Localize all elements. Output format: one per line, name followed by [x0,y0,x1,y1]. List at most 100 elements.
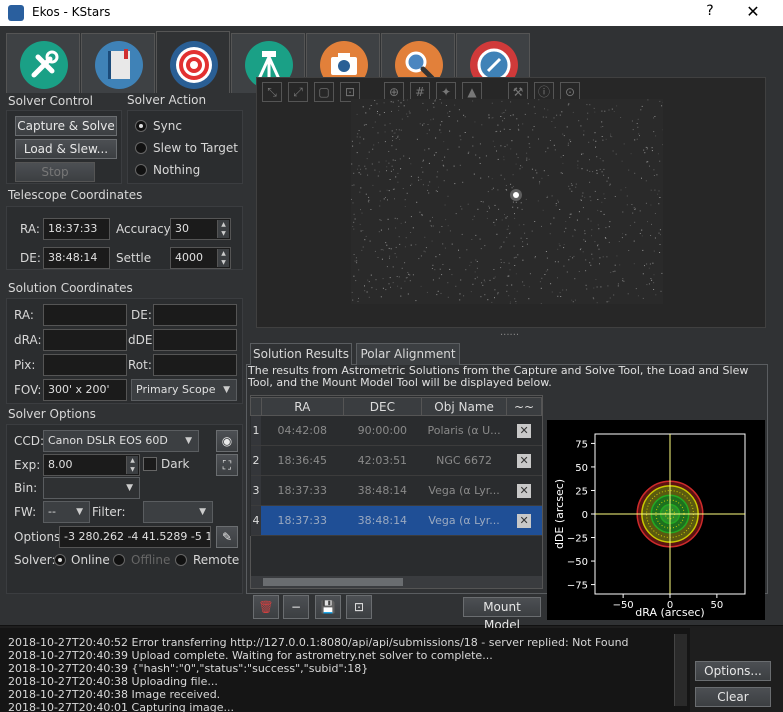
noise-pixel [388,228,389,230]
noise-pixel [355,261,357,263]
noise-pixel [521,166,523,168]
noise-pixel [600,126,602,128]
noise-pixel [390,170,392,172]
noise-pixel [588,141,590,143]
image-view-icon[interactable]: ⊡ [346,595,372,619]
noise-pixel [526,157,528,159]
ccd-toggle-eye-icon[interactable]: ◉ [216,430,238,452]
noise-pixel [589,159,590,161]
remove-icon[interactable]: − [283,595,309,619]
obj-name-column-header[interactable]: Obj Name [421,397,508,416]
noise-pixel [487,299,489,301]
subframe-icon[interactable]: ⛶ [216,454,238,476]
noise-pixel [386,266,388,268]
noise-pixel [639,233,641,234]
remote-radio[interactable] [175,554,187,566]
noise-pixel [370,274,372,276]
delete-row-icon[interactable]: 🗑 [253,595,279,619]
ccd-select[interactable]: Canon DSLR EOS 60D ▼ [43,430,199,452]
noise-pixel [572,235,574,237]
noise-pixel [417,176,419,178]
table-row[interactable]: 2 18:36:45 42:03:51 NGC 6672 ✕ [250,445,542,476]
accuracy-spinbox[interactable]: 30 ▲ ▼ [170,218,231,240]
filter-select[interactable]: ▼ [143,501,213,523]
zoom-default-icon[interactable]: ▢ [314,82,334,102]
zoom-in-icon[interactable]: ⤡ [262,82,282,102]
status-column-header[interactable]: ~~ [506,397,542,416]
spin-arrows-icon[interactable]: ▲ ▼ [217,220,229,238]
noise-pixel [533,126,535,127]
noise-pixel [368,296,370,298]
online-radio[interactable] [54,554,66,566]
bin-select[interactable]: ▼ [43,477,140,499]
log-options-button[interactable]: Options... [695,661,771,681]
noise-pixel [444,247,446,249]
table-row[interactable]: 1 04:42:08 90:00:00 Polaris (α U... ✕ [250,415,542,446]
close-button[interactable]: ✕ [741,2,765,24]
noise-pixel [460,205,462,207]
spin-arrows-icon[interactable]: ▲ ▼ [217,249,229,267]
noise-pixel [605,238,607,239]
save-icon[interactable]: 💾 [315,595,341,619]
noise-pixel [517,157,519,159]
noise-pixel [568,185,570,187]
ra-column-header[interactable]: RA [260,397,344,416]
tab-align[interactable] [156,31,230,93]
star-noise-layer [351,99,664,305]
log-scrollbar[interactable] [674,634,687,706]
tab-scheduler[interactable] [81,33,155,93]
noise-pixel [377,111,378,112]
settle-spinbox[interactable]: 4000 ▲ ▼ [170,247,231,269]
nothing-radio[interactable] [135,164,147,176]
noise-pixel [567,104,569,106]
slew-to-target-radio[interactable] [135,142,147,154]
noise-pixel [578,271,580,272]
noise-pixel [422,171,424,173]
tab-solution-results[interactable]: Solution Results [250,343,352,365]
noise-pixel [579,249,581,251]
dark-checkbox[interactable] [143,457,157,471]
tab-polar-alignment[interactable]: Polar Alignment [356,343,460,365]
noise-pixel [423,250,425,252]
noise-pixel [435,190,437,192]
dec-column-header[interactable]: DEC [342,397,423,416]
noise-pixel [402,188,404,189]
exp-spinbox[interactable]: 8.00 ▲ ▼ [43,454,140,476]
noise-pixel [354,218,356,220]
scrollbar-thumb[interactable] [263,578,403,586]
scatter-chart-svg: 7550250−25−50−75−50 0 50dRA (arcsec)dDE (a… [553,433,746,619]
splitter-handle[interactable]: ······ [500,330,519,341]
offline-radio[interactable] [113,554,125,566]
noise-pixel [572,257,574,259]
zoom-out-icon[interactable]: ⤢ [288,82,308,102]
obj-name-cell: Vega (α Lyr... [421,505,507,536]
capture-solve-button[interactable]: Capture & Solve [15,116,117,136]
noise-pixel [488,117,490,119]
noise-pixel [509,129,511,130]
noise-pixel [447,112,449,114]
fw-select[interactable]: -- ▼ [43,501,90,523]
noise-pixel [519,168,521,170]
scope-select[interactable]: Primary Scope ▼ [131,379,237,401]
noise-pixel [388,151,390,152]
noise-pixel [568,103,570,105]
noise-pixel [496,150,497,152]
table-horizontal-scrollbar[interactable] [251,576,542,588]
edit-pencil-icon[interactable]: ✎ [216,526,238,548]
noise-pixel [399,158,401,160]
log-clear-button[interactable]: Clear [695,687,771,707]
help-button[interactable]: ? [700,3,720,23]
table-row[interactable]: 3 18:37:33 38:48:14 Vega (α Lyr... ✕ [250,475,542,506]
noise-pixel [353,213,355,215]
solution-scatter-plot[interactable]: 75 50 25 0 −25 −50 −75 −50 0 50 dRA (arcsec) dDE (a… [547,420,765,620]
noise-pixel [561,172,563,174]
noise-pixel [631,120,633,122]
stop-button[interactable]: Stop [15,162,95,182]
table-row-selected[interactable]: 4 18:37:33 38:48:14 Vega (α Lyr... ✕ [250,505,542,536]
sync-radio[interactable] [135,120,147,132]
mount-model-button[interactable]: Mount Model [463,597,541,632]
spin-arrows-icon[interactable]: ▲ ▼ [126,456,138,474]
load-slew-button[interactable]: Load & Slew... [15,139,117,159]
tab-setup[interactable] [6,33,80,93]
solver-options-field[interactable]: -3 280.262 -4 41.5289 -5 19 [59,526,211,548]
